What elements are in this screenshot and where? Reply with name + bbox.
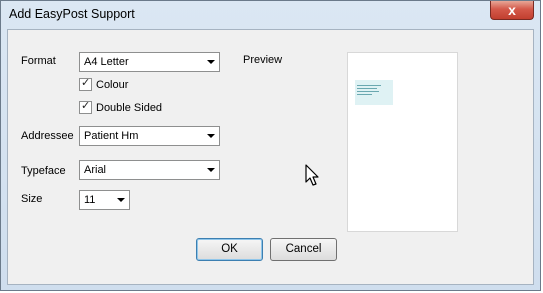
addressee-dropdown[interactable]: Patient Hm bbox=[79, 126, 220, 146]
chevron-down-icon bbox=[117, 198, 125, 202]
chevron-down-icon bbox=[207, 60, 215, 64]
preview-address-line bbox=[357, 94, 372, 95]
window-title: Add EasyPost Support bbox=[9, 7, 135, 21]
preview-pane bbox=[347, 52, 458, 232]
title-bar: Add EasyPost Support x bbox=[1, 1, 540, 29]
checkmark-icon: ✓ bbox=[81, 100, 91, 112]
dialog-window: Add EasyPost Support x Format A4 Letter … bbox=[0, 0, 541, 291]
checkmark-icon: ✓ bbox=[81, 77, 91, 89]
preview-address-line bbox=[357, 85, 381, 86]
typeface-dropdown[interactable]: Arial bbox=[79, 160, 220, 180]
size-label: Size bbox=[21, 193, 43, 205]
close-button[interactable]: x bbox=[490, 1, 534, 20]
double-sided-label: Double Sided bbox=[96, 102, 163, 114]
double-sided-checkbox[interactable]: ✓ bbox=[79, 100, 92, 114]
colour-checkbox[interactable]: ✓ bbox=[79, 77, 92, 91]
chevron-down-icon bbox=[207, 134, 215, 138]
typeface-value: Arial bbox=[84, 164, 107, 176]
cancel-button[interactable]: Cancel bbox=[270, 238, 337, 261]
addressee-value: Patient Hm bbox=[84, 130, 139, 142]
format-dropdown[interactable]: A4 Letter bbox=[79, 52, 220, 72]
preview-label: Preview bbox=[243, 54, 283, 66]
size-dropdown[interactable]: 11 bbox=[79, 190, 130, 210]
preview-address-line bbox=[357, 88, 377, 89]
addressee-label: Addressee bbox=[21, 130, 74, 142]
colour-label: Colour bbox=[96, 79, 129, 91]
preview-address-line bbox=[357, 91, 379, 92]
preview-address-block bbox=[355, 80, 393, 105]
format-value: A4 Letter bbox=[84, 56, 129, 68]
chevron-down-icon bbox=[207, 168, 215, 172]
size-value: 11 bbox=[84, 194, 96, 206]
format-label: Format bbox=[21, 55, 56, 67]
typeface-label: Typeface bbox=[21, 165, 66, 177]
ok-button[interactable]: OK bbox=[196, 238, 263, 261]
mouse-pointer-icon bbox=[305, 164, 319, 186]
close-icon: x bbox=[508, 2, 516, 18]
dialog-body: Format A4 Letter ✓ Colour ✓ Double Sided… bbox=[7, 29, 534, 285]
